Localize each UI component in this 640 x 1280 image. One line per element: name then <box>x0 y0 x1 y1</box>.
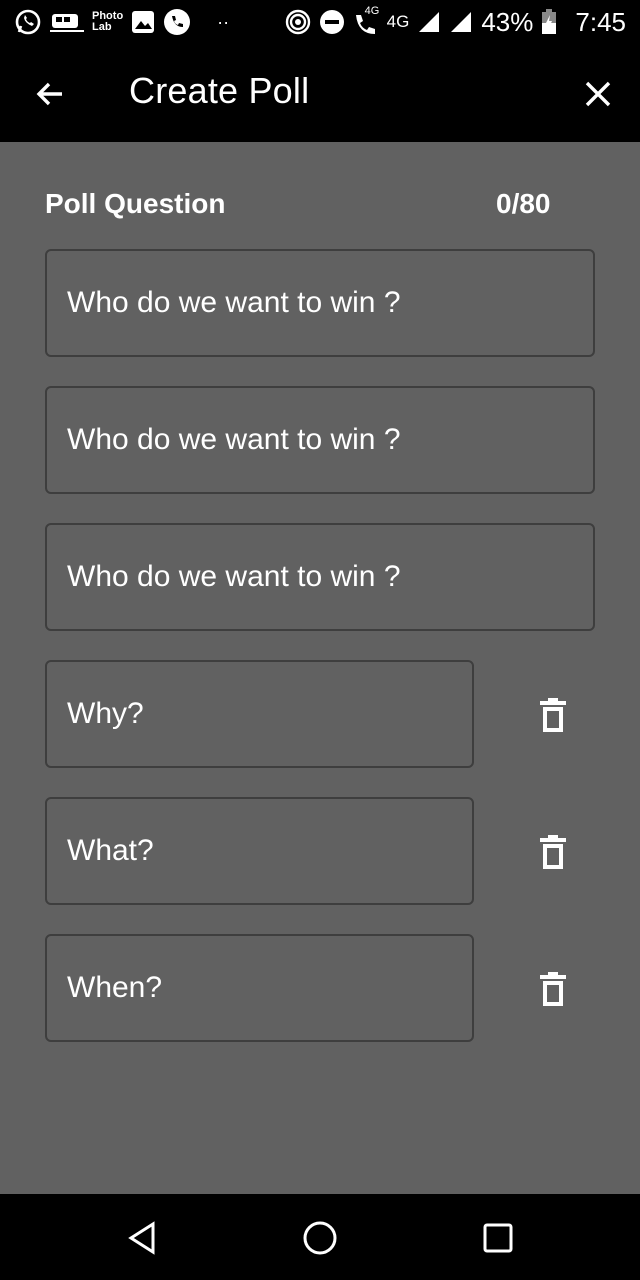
phone-call-icon <box>163 8 191 36</box>
volte-call-icon: 4G <box>353 5 379 35</box>
back-button[interactable] <box>30 74 70 114</box>
nav-recents-button[interactable] <box>478 1218 518 1258</box>
poll-option-value-2: Who do we want to win ? <box>67 560 401 593</box>
poll-option-value-1: Who do we want to win ? <box>67 423 401 456</box>
signal-icon-2 <box>449 10 473 34</box>
poll-question-input[interactable]: Who do we want to win ? <box>45 249 595 357</box>
trash-icon <box>540 835 566 869</box>
volte-4g-label: 4G <box>364 5 380 17</box>
delete-option-3-button[interactable] <box>532 694 574 736</box>
nav-home-button[interactable] <box>300 1218 340 1258</box>
trash-icon <box>540 698 566 732</box>
poll-question-label: Poll Question <box>45 188 226 219</box>
navigation-bar <box>0 1194 640 1280</box>
poll-question-value: Who do we want to win ? <box>67 286 401 319</box>
photo-lab-icon: Photo Lab <box>92 11 123 33</box>
close-icon <box>585 81 611 107</box>
delete-option-4-button[interactable] <box>532 831 574 873</box>
poll-option-input-4[interactable]: What? <box>45 797 474 905</box>
do-not-disturb-icon <box>319 9 345 35</box>
poll-option-input-3[interactable]: Why? <box>45 660 474 768</box>
train-icon <box>50 10 84 34</box>
close-button[interactable] <box>578 74 618 114</box>
status-bar: Photo Lab ·· 4G 4G 43% 7:45 <box>0 0 640 44</box>
poll-option-value-4: What? <box>67 834 154 867</box>
clock: 7:45 <box>575 6 626 37</box>
poll-option-input-2[interactable]: Who do we want to win ? <box>45 523 595 631</box>
page-title: Create Poll <box>129 70 310 111</box>
arrow-back-icon <box>36 82 62 106</box>
poll-option-value-5: When? <box>67 971 163 1004</box>
battery-icon <box>541 9 557 35</box>
gallery-icon <box>131 10 155 34</box>
trash-icon <box>540 972 566 1006</box>
nav-recents-icon <box>483 1223 513 1253</box>
hotspot-icon <box>285 9 311 35</box>
nav-back-icon <box>128 1221 155 1255</box>
poll-option-value-3: Why? <box>67 697 144 730</box>
network-type: 4G <box>386 12 410 31</box>
delete-option-5-button[interactable] <box>532 968 574 1010</box>
nav-back-button[interactable] <box>122 1218 162 1258</box>
nav-home-icon <box>303 1221 337 1255</box>
battery-percent: 43% <box>481 6 534 37</box>
poll-option-input-1[interactable]: Who do we want to win ? <box>45 386 595 494</box>
app-bar: Create Poll <box>0 44 640 142</box>
more-notifications-dots: ·· <box>217 11 230 32</box>
whatsapp-icon <box>14 8 42 36</box>
poll-option-input-5[interactable]: When? <box>45 934 474 1042</box>
character-counter: 0/80 <box>496 188 551 219</box>
photo-lab-line2: Lab <box>92 21 112 33</box>
signal-icon <box>417 10 441 34</box>
